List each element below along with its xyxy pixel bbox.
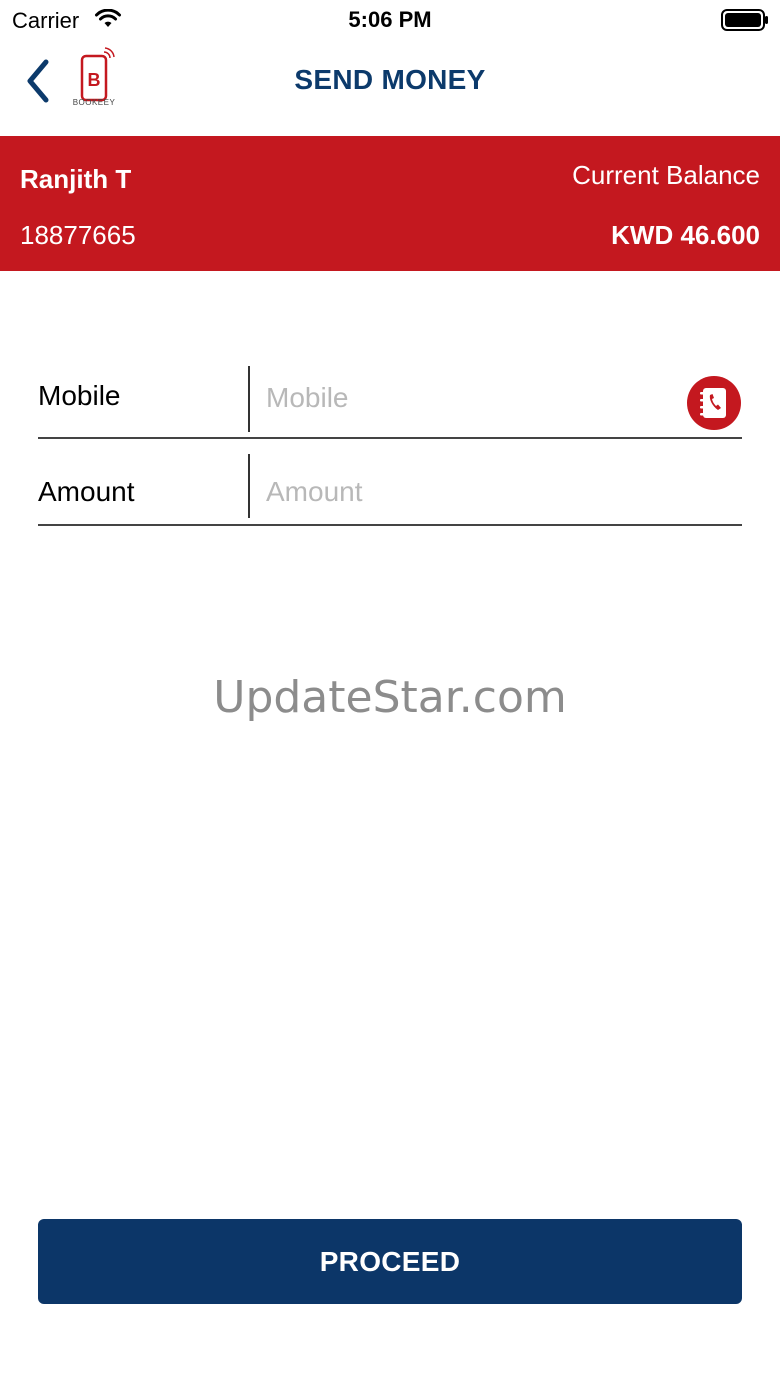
account-number: 18877665: [20, 220, 136, 250]
amount-label: Amount: [38, 476, 135, 507]
status-bar: Carrier 5:06 PM: [0, 0, 780, 40]
mobile-input[interactable]: [266, 378, 686, 418]
balance-label: Current Balance: [572, 160, 760, 190]
nav-bar: B BOOKEEY SEND MONEY: [0, 40, 780, 136]
watermark-text: UpdateStar.com: [213, 672, 567, 723]
mobile-row: Mobile: [38, 366, 742, 439]
page-title: SEND MONEY: [294, 64, 486, 95]
amount-row: Amount: [38, 454, 742, 526]
proceed-button[interactable]: PROCEED: [38, 1219, 742, 1304]
battery-icon: [721, 9, 768, 31]
logo-wordmark: BOOKEEY: [72, 98, 116, 107]
mobile-label: Mobile: [38, 380, 121, 411]
amount-divider: [248, 454, 250, 518]
account-holder-name: Ranjith T: [20, 164, 132, 194]
account-banner: Ranjith T 18877665 Current Balance KWD 4…: [0, 136, 780, 271]
amount-input[interactable]: [266, 472, 686, 512]
status-time: 5:06 PM: [348, 7, 432, 32]
balance-value: KWD 46.600: [611, 220, 760, 250]
send-money-screen: Carrier 5:06 PM B BOOKEEY SEND MONEY Ran…: [0, 0, 780, 1387]
contact-book-icon[interactable]: [686, 375, 742, 431]
mobile-divider: [248, 366, 250, 432]
